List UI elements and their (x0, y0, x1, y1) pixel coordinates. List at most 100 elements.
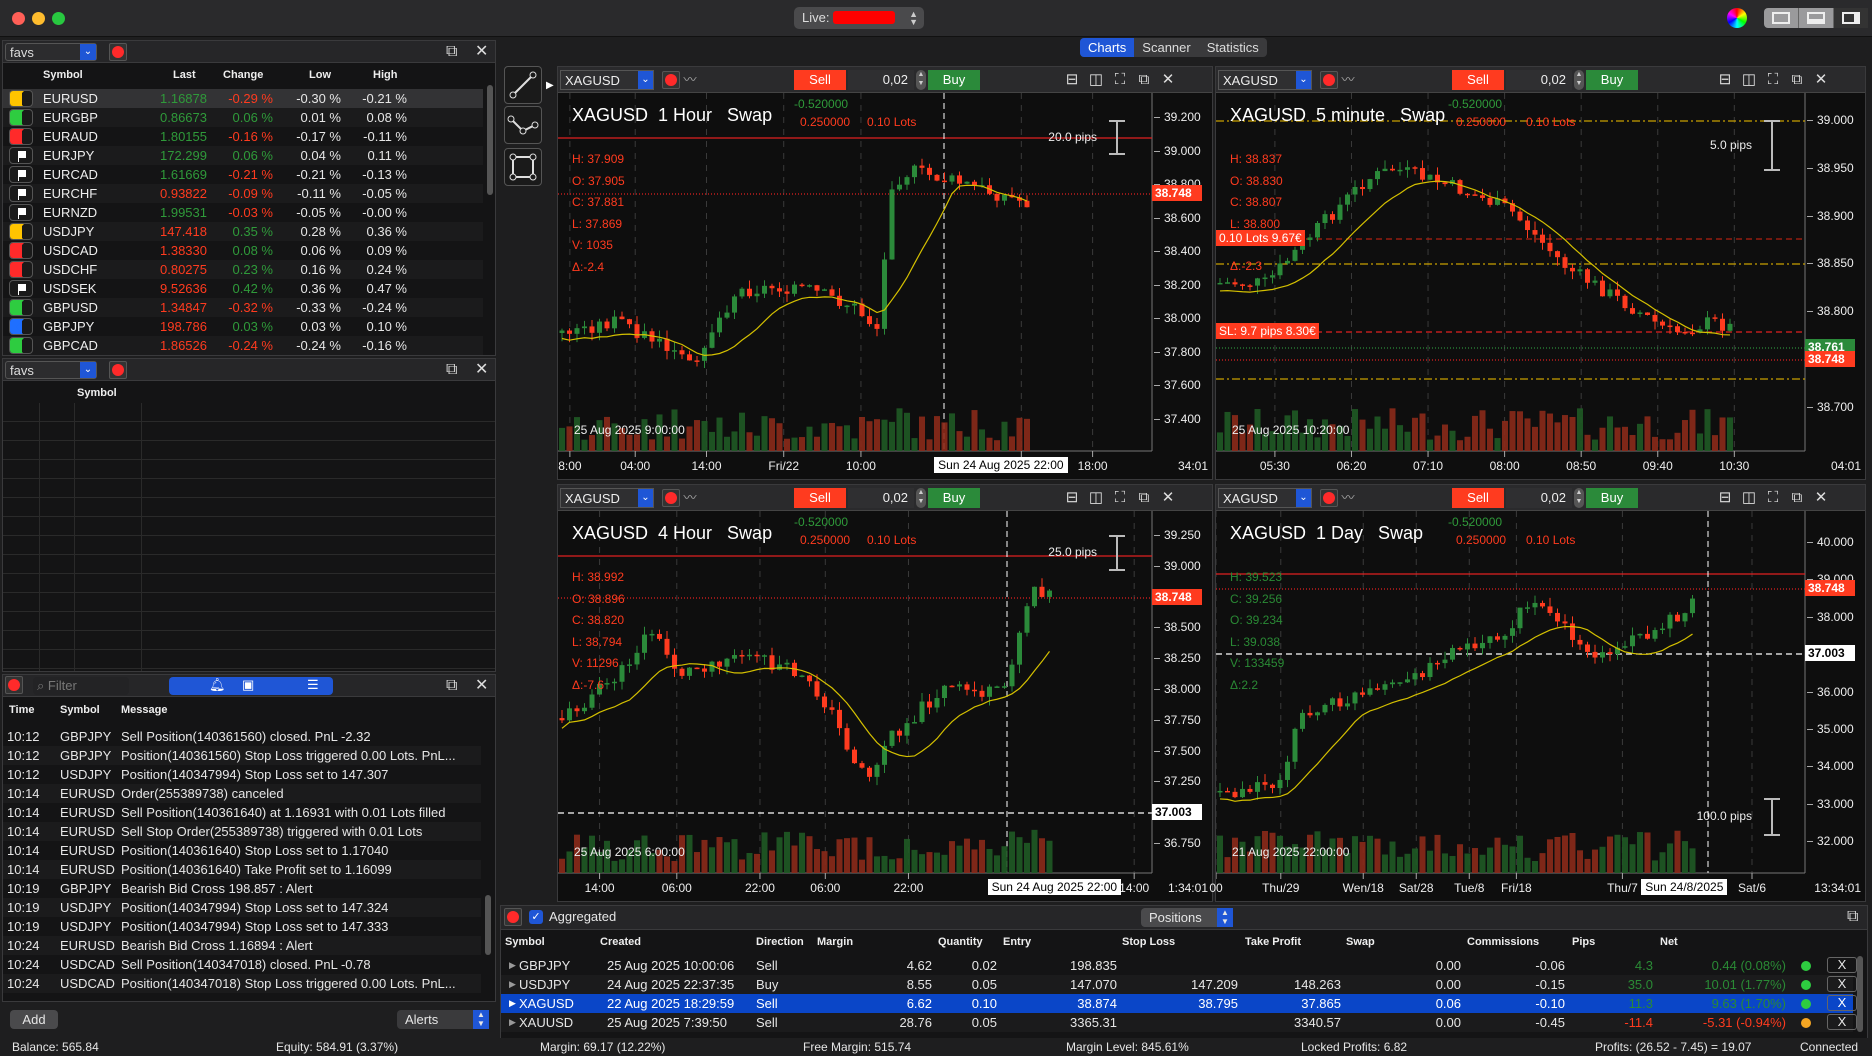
watchlist-row[interactable]: EURGBP 0.86673 0.06 % 0.01 % 0.08 % (3, 108, 483, 127)
indicator-icon[interactable]: 〰 (680, 70, 700, 90)
rectangle-tool-button[interactable] (504, 148, 542, 186)
maximize-panel-icon[interactable]: ⧉ (446, 361, 457, 379)
col-message[interactable]: Message (121, 704, 167, 716)
line-tool-button[interactable] (504, 66, 542, 104)
color-wheel-icon[interactable] (1727, 8, 1747, 28)
log-row[interactable]: 10:24 EURUSD Bearish Bid Cross 1.16894 : A… (3, 936, 481, 955)
expand-arrow-icon[interactable]: ▶ (509, 998, 516, 1009)
aggregated-checkbox[interactable]: ✓ (529, 910, 543, 924)
buy-button[interactable]: Buy (928, 70, 980, 90)
close-icon[interactable]: ✕ (1158, 488, 1178, 508)
close-panel-icon[interactable]: ✕ (475, 677, 488, 695)
watchlist-row[interactable]: EURJPY 172.299 0.06 % 0.04 % 0.11 % (3, 146, 483, 165)
quantity-input[interactable]: 0,02 (1506, 70, 1572, 90)
close-window-button[interactable] (12, 12, 25, 25)
col-symbol[interactable]: Symbol (60, 704, 100, 716)
view-select[interactable]: Positions ▲ ▼ (1141, 908, 1233, 927)
sell-button[interactable]: Sell (1452, 488, 1504, 508)
col-stop-loss[interactable]: Stop Loss (1122, 936, 1175, 948)
watchlist-row[interactable]: EURUSD 1.16878 -0.29 % -0.30 % -0.21 % (3, 89, 483, 108)
quantity-stepper[interactable]: ▲ ▼ (916, 70, 926, 90)
close-position-button[interactable]: X (1827, 957, 1857, 973)
record-button[interactable] (109, 43, 127, 61)
record-button[interactable] (662, 489, 680, 507)
right-panel-icon[interactable] (1834, 8, 1868, 28)
order-tag[interactable]: 0.10 Lots 9.67€ (1216, 230, 1305, 246)
fullscreen-icon[interactable]: ⛶ (1110, 70, 1130, 90)
left-panel-icon[interactable] (1764, 8, 1799, 28)
sell-button[interactable]: Sell (1452, 70, 1504, 90)
log-row[interactable]: 10:24 USDCAD Sell Position(140347018) clos… (3, 955, 481, 974)
indicator-icon[interactable]: 〰 (1338, 488, 1358, 508)
close-icon[interactable]: ✕ (1158, 70, 1178, 90)
watchlist-select[interactable]: favs ⌄ (5, 43, 97, 61)
android-icon[interactable]: ▣ (242, 677, 254, 693)
indicator-icon[interactable]: 〰 (1338, 70, 1358, 90)
watchlist-row[interactable]: EURCHF 0.93822 -0.09 % -0.11 % -0.05 % (3, 184, 483, 203)
tab-charts[interactable]: Charts (1080, 38, 1135, 57)
scrollbar[interactable] (485, 895, 491, 955)
fullscreen-icon[interactable]: ⛶ (1763, 488, 1783, 508)
watchlist-row[interactable]: EURAUD 1.80155 -0.16 % -0.17 % -0.11 % (3, 127, 483, 146)
col-pips[interactable]: Pips (1572, 936, 1595, 948)
bell-icon[interactable]: 🔔︎ (209, 677, 226, 693)
maximize-panel-icon[interactable]: ⧉ (446, 677, 457, 695)
log-row[interactable]: 10:14 EURUSD Sell Position(140361640) at 1… (3, 803, 481, 822)
quantity-input[interactable]: 0,02 (1506, 488, 1572, 508)
col-quantity[interactable]: Quantity (938, 936, 983, 948)
expand-arrow-icon[interactable]: ▶ (509, 979, 516, 990)
log-row[interactable]: 10:14 EURUSD Sell Stop Order(255389738) tr… (3, 822, 481, 841)
watchlist-row[interactable]: GBPUSD 1.34847 -0.32 % -0.33 % -0.24 % (3, 298, 483, 317)
log-row[interactable]: 10:19 GBPJPY Bearish Bid Cross 198.857 : A… (3, 879, 481, 898)
col-commissions[interactable]: Commissions (1467, 936, 1539, 948)
detach-icon[interactable]: ⧉ (1134, 488, 1154, 508)
record-button[interactable] (5, 676, 23, 694)
filter-input[interactable]: ⌕ Filter (33, 677, 129, 695)
fullscreen-icon[interactable]: ⛶ (1110, 488, 1130, 508)
detach-icon[interactable]: ⧉ (1787, 70, 1807, 90)
split-vertical-icon[interactable]: ◫ (1739, 488, 1759, 508)
split-vertical-icon[interactable]: ◫ (1739, 70, 1759, 90)
watchlist-row[interactable]: USDCHF 0.80275 0.23 % 0.16 % 0.24 % (3, 260, 483, 279)
layout-toggle[interactable] (1764, 8, 1868, 28)
log-row[interactable]: 10:12 GBPJPY Sell Position(140361560) clos… (3, 727, 481, 746)
record-button[interactable] (1320, 71, 1338, 89)
symbol-select[interactable]: XAGUSD ⌄ (560, 488, 654, 508)
detach-icon[interactable]: ⧉ (1787, 488, 1807, 508)
tab-statistics[interactable]: Statistics (1199, 38, 1267, 57)
log-row[interactable]: 10:14 EURUSD Order(255389738) canceled (3, 784, 481, 803)
col-high[interactable]: High (373, 69, 397, 81)
col-low[interactable]: Low (309, 69, 331, 81)
maximize-panel-icon[interactable]: ⧉ (1847, 908, 1858, 926)
record-button[interactable] (1320, 489, 1338, 507)
col-net[interactable]: Net (1660, 936, 1678, 948)
col-symbol[interactable]: Symbol (505, 936, 545, 948)
position-row[interactable]: ▶ XAUUSD 25 Aug 2025 7:39:50 Sell 28.76 0.05 3… (501, 1013, 1857, 1032)
log-row[interactable]: 10:12 USDJPY Position(140347994) Stop Loss… (3, 765, 481, 784)
close-panel-icon[interactable]: ✕ (475, 361, 488, 379)
split-horizontal-icon[interactable]: ⊟ (1715, 488, 1735, 508)
polyline-tool-button[interactable] (504, 106, 542, 144)
buy-button[interactable]: Buy (1586, 70, 1638, 90)
watchlist-row[interactable]: GBPJPY 198.786 0.03 % 0.03 % 0.10 % (3, 317, 483, 336)
watchlist-row[interactable]: GBPCAD 1.86526 -0.24 % -0.24 % -0.16 % (3, 336, 483, 355)
record-button[interactable] (662, 71, 680, 89)
position-row[interactable]: ▶ GBPJPY 25 Aug 2025 10:00:06 Sell 4.62 0.02 1… (501, 956, 1857, 975)
col-created[interactable]: Created (600, 936, 641, 948)
order-tag[interactable]: SL: 9.7 pips 8.30€ (1216, 323, 1319, 339)
split-vertical-icon[interactable]: ◫ (1086, 70, 1106, 90)
log-row[interactable]: 10:19 USDJPY Position(140347994) Stop Loss… (3, 917, 481, 936)
quantity-stepper[interactable]: ▲ ▼ (1574, 488, 1584, 508)
expand-arrow-icon[interactable]: ▶ (509, 1017, 516, 1028)
account-selector[interactable]: Live: ▲ ▼ (794, 7, 924, 29)
fullscreen-icon[interactable]: ⛶ (1763, 70, 1783, 90)
col-direction[interactable]: Direction (756, 936, 804, 948)
maximize-window-button[interactable] (52, 12, 65, 25)
close-position-button[interactable]: X (1827, 995, 1857, 1011)
split-horizontal-icon[interactable]: ⊟ (1715, 70, 1735, 90)
quantity-stepper[interactable]: ▲ ▼ (1574, 70, 1584, 90)
tab-scanner[interactable]: Scanner (1134, 38, 1198, 57)
split-horizontal-icon[interactable]: ⊟ (1062, 488, 1082, 508)
quantity-input[interactable]: 0,02 (848, 70, 914, 90)
watchlist-row[interactable]: EURCAD 1.61669 -0.21 % -0.21 % -0.13 % (3, 165, 483, 184)
